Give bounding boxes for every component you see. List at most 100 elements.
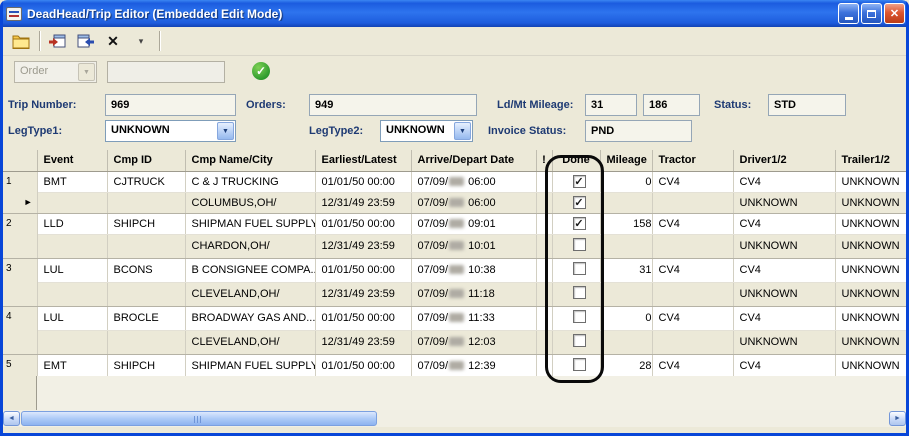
column-header-earliest-latest[interactable]: Earliest/Latest — [315, 150, 411, 171]
column-header-event[interactable]: Event — [37, 150, 107, 171]
cell-event[interactable]: LLD — [37, 213, 107, 234]
cell-latest[interactable]: 12/31/49 23:59 — [315, 330, 411, 354]
cell-tractor[interactable]: CV4 — [652, 258, 733, 282]
cell-done[interactable] — [552, 234, 600, 258]
done-checkbox[interactable] — [573, 310, 586, 323]
cell-latest[interactable]: 12/31/49 23:59 — [315, 192, 411, 213]
cell-done[interactable] — [552, 258, 600, 282]
orders-field[interactable]: 949 — [309, 94, 477, 116]
legtype2-combo[interactable]: UNKNOWN ▼ — [380, 120, 473, 142]
insert-record-button[interactable] — [46, 30, 68, 52]
close-button[interactable]: ✕ — [884, 3, 905, 24]
legtype1-combo[interactable]: UNKNOWN ▼ — [105, 120, 236, 142]
status-field[interactable]: STD — [768, 94, 846, 116]
done-checkbox[interactable] — [573, 175, 586, 188]
column-header-selector[interactable] — [0, 150, 37, 171]
cell-cmp-id[interactable]: BCONS — [107, 258, 185, 282]
cell-mileage[interactable]: 31 — [600, 258, 652, 282]
horizontal-scrollbar[interactable]: ◄ ► — [3, 410, 906, 427]
cell-mileage[interactable]: 0 — [600, 171, 652, 192]
cell-flag[interactable] — [536, 258, 552, 282]
column-header-arrive-depart[interactable]: Arrive/Depart Date — [411, 150, 536, 171]
cell-event[interactable]: LUL — [37, 258, 107, 282]
cell-city[interactable]: CLEVELAND,OH/ — [185, 282, 315, 306]
cell-latest[interactable]: 12/31/49 23:59 — [315, 234, 411, 258]
done-checkbox[interactable] — [573, 286, 586, 299]
cell-driver1[interactable]: CV4 — [733, 171, 835, 192]
cell-trailer1[interactable]: UNKNOWN — [835, 171, 909, 192]
cell-mileage[interactable]: 0 — [600, 306, 652, 330]
scroll-right-button[interactable]: ► — [889, 411, 906, 426]
cell-driver2[interactable]: UNKNOWN — [733, 192, 835, 213]
cell-cmp-name[interactable]: B CONSIGNEE COMPA... — [185, 258, 315, 282]
cell-arrive[interactable]: 07/09/06:00 — [411, 171, 536, 192]
titlebar[interactable]: DeadHead/Trip Editor (Embedded Edit Mode… — [0, 0, 909, 27]
column-header-trailer[interactable]: Trailer1/2 — [835, 150, 909, 171]
toolbar-options-button[interactable]: ▾ — [130, 30, 152, 52]
cell-earliest[interactable]: 01/01/50 00:00 — [315, 306, 411, 330]
cell-driver2[interactable]: UNKNOWN — [733, 234, 835, 258]
mt-mileage-field[interactable]: 186 — [643, 94, 700, 116]
cell-tractor[interactable]: CV4 — [652, 171, 733, 192]
cell-flag[interactable] — [536, 306, 552, 330]
cell-driver1[interactable]: CV4 — [733, 354, 835, 378]
cell-cmp-id[interactable]: SHIPCH — [107, 213, 185, 234]
cell-city[interactable]: CHARDON,OH/ — [185, 234, 315, 258]
cell-arrive[interactable]: 07/09/09:01 — [411, 213, 536, 234]
maximize-button[interactable] — [861, 3, 882, 24]
cell-cmp-name[interactable]: SHIPMAN FUEL SUPPLY — [185, 213, 315, 234]
cell-cmp-name[interactable]: SHIPMAN FUEL SUPPLY — [185, 354, 315, 378]
cell-driver1[interactable]: CV4 — [733, 258, 835, 282]
cell-cmp-name[interactable]: BROADWAY GAS AND... — [185, 306, 315, 330]
cell-mileage[interactable]: 28 — [600, 354, 652, 378]
cell-trailer2[interactable]: UNKNOWN — [835, 234, 909, 258]
cell-driver2[interactable]: UNKNOWN — [733, 282, 835, 306]
cell-trailer1[interactable]: UNKNOWN — [835, 354, 909, 378]
cell-city[interactable]: COLUMBUS,OH/ — [185, 192, 315, 213]
trip-number-field[interactable]: 969 — [105, 94, 236, 116]
append-record-button[interactable] — [74, 30, 96, 52]
cell-trailer1[interactable]: UNKNOWN — [835, 306, 909, 330]
row-header[interactable]: 2 — [0, 213, 37, 258]
cell-event[interactable]: EMT — [37, 354, 107, 378]
cell-earliest[interactable]: 01/01/50 00:00 — [315, 171, 411, 192]
cell-tractor[interactable]: CV4 — [652, 354, 733, 378]
app-icon[interactable] — [6, 7, 22, 21]
cell-trailer1[interactable]: UNKNOWN — [835, 213, 909, 234]
cell-trailer2[interactable]: UNKNOWN — [835, 330, 909, 354]
scroll-left-button[interactable]: ◄ — [3, 411, 20, 426]
done-checkbox[interactable] — [573, 262, 586, 275]
cell-trailer1[interactable]: UNKNOWN — [835, 258, 909, 282]
column-header-tractor[interactable]: Tractor — [652, 150, 733, 171]
column-header-cmp-name-city[interactable]: Cmp Name/City — [185, 150, 315, 171]
cell-cmp-id[interactable]: SHIPCH — [107, 354, 185, 378]
cell-earliest[interactable]: 01/01/50 00:00 — [315, 258, 411, 282]
cell-depart[interactable]: 07/09/10:01 — [411, 234, 536, 258]
new-trip-button[interactable] — [10, 30, 32, 52]
chevron-down-icon[interactable]: ▼ — [454, 122, 471, 140]
cell-done[interactable] — [552, 282, 600, 306]
row-header[interactable]: 4 — [0, 306, 37, 354]
cell-done[interactable] — [552, 171, 600, 192]
cell-done[interactable] — [552, 330, 600, 354]
invoice-status-field[interactable]: PND — [585, 120, 692, 142]
done-checkbox[interactable] — [573, 358, 586, 371]
cell-earliest[interactable]: 01/01/50 00:00 — [315, 354, 411, 378]
cell-latest[interactable]: 12/31/49 23:59 — [315, 282, 411, 306]
cell-trailer2[interactable]: UNKNOWN — [835, 192, 909, 213]
cell-tractor[interactable]: CV4 — [652, 213, 733, 234]
done-checkbox[interactable] — [573, 196, 586, 209]
cell-done[interactable] — [552, 192, 600, 213]
cell-driver2[interactable]: UNKNOWN — [733, 330, 835, 354]
cell-mileage[interactable]: 158 — [600, 213, 652, 234]
cell-done[interactable] — [552, 354, 600, 378]
cell-depart[interactable]: 07/09/11:18 — [411, 282, 536, 306]
cell-flag[interactable] — [536, 213, 552, 234]
scrollbar-thumb[interactable] — [21, 411, 377, 426]
delete-record-button[interactable]: ✕ — [102, 30, 124, 52]
column-header-driver[interactable]: Driver1/2 — [733, 150, 835, 171]
column-header-flag[interactable]: ! — [536, 150, 552, 171]
row-header[interactable]: 1► — [0, 171, 37, 213]
cell-driver1[interactable]: CV4 — [733, 213, 835, 234]
cell-depart[interactable]: 07/09/12:03 — [411, 330, 536, 354]
